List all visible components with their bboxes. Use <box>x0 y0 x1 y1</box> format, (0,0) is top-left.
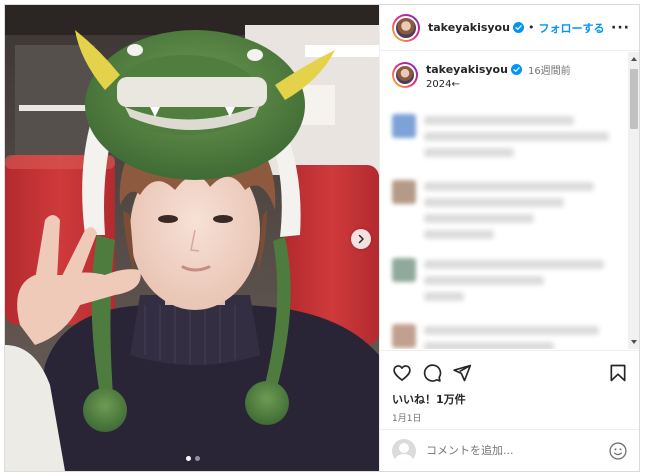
caption: takeyakisyou 16週間前 2024← <box>380 52 639 96</box>
chevron-right-icon <box>358 234 364 244</box>
scroll-down-arrow-icon[interactable] <box>631 340 637 344</box>
avatar[interactable] <box>392 13 420 42</box>
instagram-embed: takeyakisyou • フォローする ··· takeyakisyou 1… <box>4 4 640 472</box>
heart-icon[interactable] <box>392 363 412 383</box>
post-actions: いいね！1万件 1月1日 <box>380 350 639 424</box>
blurred-comment <box>392 258 612 308</box>
add-comment-bar <box>380 429 639 471</box>
carousel-dot <box>195 456 200 461</box>
blurred-comment <box>392 180 612 240</box>
post-media[interactable] <box>5 5 379 471</box>
blurred-comment <box>392 324 612 349</box>
caption-username[interactable]: takeyakisyou <box>426 63 508 76</box>
username-link[interactable]: takeyakisyou <box>428 21 510 34</box>
carousel-next-button[interactable] <box>351 229 371 249</box>
carousel-dot-active <box>186 456 191 461</box>
paper-plane-icon[interactable] <box>452 363 472 383</box>
caption-text: 2024← <box>426 79 460 90</box>
post-photo <box>5 5 379 471</box>
post-header: takeyakisyou • フォローする ··· <box>380 5 639 51</box>
verified-badge-icon <box>510 64 522 75</box>
follow-button[interactable]: フォローする <box>538 20 604 36</box>
header-separator: • <box>527 21 535 34</box>
verified-badge-icon <box>512 22 524 33</box>
more-options-button[interactable]: ··· <box>611 21 630 35</box>
caption-avatar[interactable] <box>392 62 418 88</box>
caption-timestamp: 16週間前 <box>527 66 571 77</box>
bookmark-icon[interactable] <box>608 363 628 383</box>
post-date[interactable]: 1月1日 <box>392 411 628 424</box>
current-user-avatar <box>392 438 416 463</box>
comment-bubble-icon[interactable] <box>422 363 442 383</box>
carousel-indicator <box>186 456 200 461</box>
comment-input[interactable] <box>426 444 608 457</box>
likes-count[interactable]: いいね！1万件 <box>392 391 628 407</box>
blurred-comment <box>392 114 612 164</box>
scroll-up-arrow-icon[interactable] <box>631 57 637 61</box>
smiley-icon[interactable] <box>608 441 628 461</box>
comments-area[interactable]: takeyakisyou 16週間前 2024← <box>380 52 639 349</box>
scroll-thumb[interactable] <box>630 69 638 129</box>
post-sidebar: takeyakisyou • フォローする ··· takeyakisyou 1… <box>379 5 639 471</box>
comments-scrollbar[interactable] <box>628 52 639 349</box>
